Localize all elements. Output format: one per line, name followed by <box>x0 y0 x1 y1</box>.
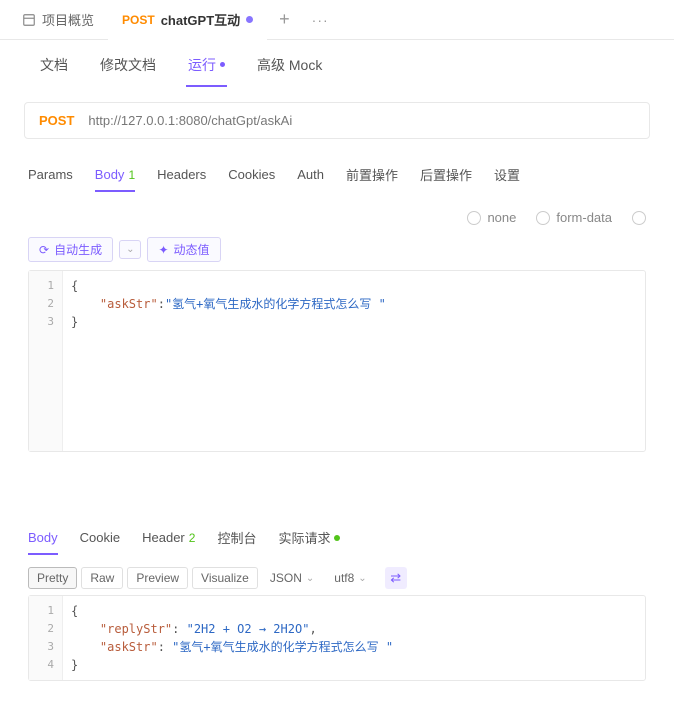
chevron-down-icon: ⌄ <box>306 573 314 584</box>
resptab-header[interactable]: Header2 <box>142 522 195 555</box>
action-row: ⟳自动生成 ⌄ ✦动态值 <box>0 237 674 270</box>
url-text: http://127.0.0.1:8080/chatGpt/askAi <box>88 113 292 128</box>
reqtab-body[interactable]: Body1 <box>95 159 135 192</box>
tab-label: 项目概览 <box>42 10 94 29</box>
chevron-down-icon: ⌄ <box>358 573 366 584</box>
reqtab-settings[interactable]: 设置 <box>494 157 520 194</box>
overview-icon <box>22 13 36 27</box>
resptab-cookie[interactable]: Cookie <box>80 522 120 555</box>
auto-generate-button[interactable]: ⟳自动生成 <box>28 237 113 262</box>
reqtab-params[interactable]: Params <box>28 159 73 192</box>
radio-icon <box>536 211 550 225</box>
method-label: POST <box>39 113 74 128</box>
radio-icon <box>632 211 646 225</box>
view-mode-row: Pretty Raw Preview Visualize JSON⌄ utf8⌄… <box>0 557 674 595</box>
dynamic-value-button[interactable]: ✦动态值 <box>147 237 220 262</box>
filter-icon: ⇄ <box>390 570 401 586</box>
new-tab-button[interactable]: + <box>267 9 302 30</box>
tab-api-chatgpt[interactable]: POST chatGPT互动 <box>108 0 267 40</box>
reqtab-post[interactable]: 后置操作 <box>420 157 472 194</box>
code-area[interactable]: { "askStr":"氢气+氧气生成水的化学方程式怎么写 " } <box>63 271 394 451</box>
tabs-bar: 项目概览 POST chatGPT互动 + ··· <box>0 0 674 40</box>
radio-icon <box>467 211 481 225</box>
wand-icon: ✦ <box>158 243 168 257</box>
response-tabs: Body Cookie Header2 控制台 实际请求 <box>0 512 674 557</box>
url-bar[interactable]: POST http://127.0.0.1:8080/chatGpt/askAi <box>24 102 650 139</box>
unsaved-dot-icon <box>246 16 253 23</box>
line-gutter: 1 2 3 <box>29 271 63 451</box>
resptab-body[interactable]: Body <box>28 522 58 555</box>
status-dot-icon <box>334 535 340 541</box>
body-type-row: none form-data <box>0 194 674 237</box>
subtab-modify[interactable]: 修改文档 <box>98 41 158 87</box>
chevron-down-icon: ⌄ <box>126 244 134 255</box>
tab-project-overview[interactable]: 项目概览 <box>8 0 108 40</box>
view-preview[interactable]: Preview <box>127 567 188 589</box>
format-selector[interactable]: JSON⌄ <box>262 569 322 587</box>
filter-button[interactable]: ⇄ <box>385 567 407 589</box>
auto-generate-dropdown[interactable]: ⌄ <box>119 240 141 259</box>
dot-icon <box>220 62 225 67</box>
request-body-editor[interactable]: 1 2 3 { "askStr":"氢气+氧气生成水的化学方程式怎么写 " } <box>28 270 646 452</box>
subtab-run[interactable]: 运行 <box>186 41 227 87</box>
sub-tabs: 文档 修改文档 运行 高级 Mock <box>0 40 674 88</box>
resptab-actual[interactable]: 实际请求 <box>278 520 340 557</box>
request-tabs: Params Body1 Headers Cookies Auth 前置操作 后… <box>0 147 674 194</box>
view-visualize[interactable]: Visualize <box>192 567 258 589</box>
radio-form-data[interactable]: form-data <box>536 210 612 225</box>
radio-none[interactable]: none <box>467 210 516 225</box>
method-badge: POST <box>122 13 155 27</box>
line-gutter: 1 2 3 4 <box>29 596 63 680</box>
reqtab-cookies[interactable]: Cookies <box>228 159 275 192</box>
more-tabs-button[interactable]: ··· <box>302 12 339 28</box>
subtab-doc[interactable]: 文档 <box>38 41 70 87</box>
refresh-icon: ⟳ <box>39 243 49 257</box>
encoding-selector[interactable]: utf8⌄ <box>326 569 374 587</box>
resptab-console[interactable]: 控制台 <box>217 520 256 557</box>
radio-more[interactable] <box>632 211 646 225</box>
view-raw[interactable]: Raw <box>81 567 123 589</box>
response-body-editor[interactable]: 1 2 3 4 { "replyStr": "2H2 + O2 → 2H2O",… <box>28 595 646 681</box>
reqtab-auth[interactable]: Auth <box>297 159 324 192</box>
code-area[interactable]: { "replyStr": "2H2 + O2 → 2H2O", "askStr… <box>63 596 401 680</box>
reqtab-headers[interactable]: Headers <box>157 159 206 192</box>
reqtab-pre[interactable]: 前置操作 <box>346 157 398 194</box>
tab-label: chatGPT互动 <box>161 10 240 29</box>
subtab-mock[interactable]: 高级 Mock <box>255 41 324 87</box>
view-pretty[interactable]: Pretty <box>28 567 77 589</box>
